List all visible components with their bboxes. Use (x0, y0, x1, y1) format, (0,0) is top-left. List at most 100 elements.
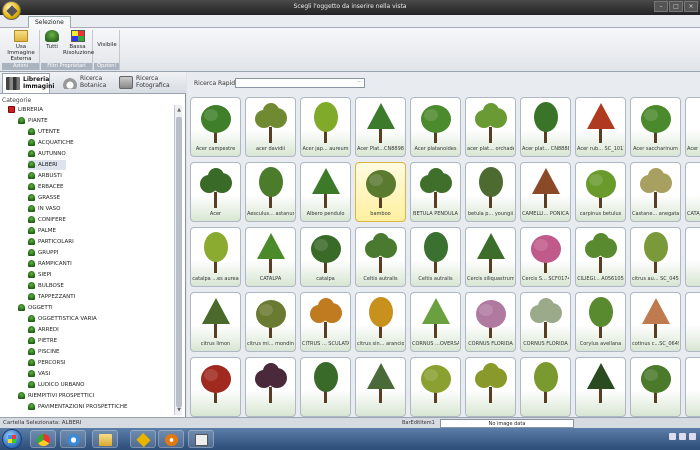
tree-item[interactable]: ALBERI (28, 160, 66, 170)
image-thumbnail[interactable]: Castane... anegata (630, 162, 681, 222)
image-thumbnail[interactable]: Acer jap... aureum (300, 97, 351, 157)
image-thumbnail[interactable]: Corylus avellana (575, 292, 626, 352)
minimize-button[interactable]: – (654, 1, 668, 12)
image-thumbnail[interactable]: Celtis autralis (355, 227, 406, 287)
image-thumbnail[interactable] (630, 357, 681, 417)
quick-search-input[interactable] (235, 78, 365, 88)
image-thumbnail[interactable]: cotinus c...SC_0649 (630, 292, 681, 352)
image-thumbnail[interactable]: acer plat... orchade (465, 97, 516, 157)
tree-item[interactable]: GRASSE (28, 193, 60, 203)
image-thumbnail[interactable]: Cercis S... SCF0174 (520, 227, 571, 287)
scroll-up-arrow[interactable]: ▲ (176, 107, 182, 113)
image-thumbnail[interactable]: catalpa ...es aurea (190, 227, 241, 287)
all-filter-button[interactable]: Tutti (42, 30, 62, 50)
tree-item[interactable]: GRUPPI (28, 248, 58, 258)
use-external-image-button[interactable]: Usa Immagine Esterna (3, 30, 39, 62)
tree-item[interactable]: PAVIMENTAZIONI PROSPETTICHE (28, 402, 127, 412)
image-thumbnail[interactable] (190, 357, 241, 417)
tree-item[interactable]: LUDICO URBANO (28, 380, 84, 390)
tree-item[interactable]: LIBRERIA (8, 105, 43, 115)
image-thumbnail[interactable]: Acer platanoides (410, 97, 461, 157)
image-thumbnail[interactable]: Cercis siliquastrum (465, 227, 516, 287)
scroll-down-arrow[interactable]: ▼ (176, 407, 182, 413)
image-thumbnail[interactable]: Acer campestre (190, 97, 241, 157)
tree-item[interactable]: OGGETTISTICA VARIA (28, 314, 97, 324)
image-thumbnail[interactable]: bamboo (355, 162, 406, 222)
taskbar-window[interactable] (188, 430, 214, 448)
tree-item[interactable]: ARBUSTI (28, 171, 62, 181)
image-thumbnail[interactable]: CORNUS ...OVERSA (410, 292, 461, 352)
image-thumbnail[interactable]: CORNUS FLORIDA (465, 292, 516, 352)
tree-item[interactable]: PIETRE (28, 336, 57, 346)
maximize-button[interactable]: □ (669, 1, 683, 12)
taskbar-ie[interactable] (60, 430, 86, 448)
image-thumbnail[interactable] (685, 227, 700, 287)
tree-item[interactable]: UTENTE (28, 127, 60, 137)
image-thumbnail[interactable] (520, 357, 571, 417)
tree-item[interactable]: PIANTE (18, 116, 48, 126)
image-thumbnail[interactable]: Albero pendulo (300, 162, 351, 222)
tray-icon[interactable] (669, 433, 676, 440)
image-thumbnail[interactable] (575, 357, 626, 417)
tree-item[interactable]: SIEPI (28, 270, 52, 280)
tree-item[interactable]: ERBACEE (28, 182, 64, 192)
tab-libreria-immagini[interactable]: Libreria Immagini (2, 73, 54, 93)
image-thumbnail[interactable]: citrus sin... arancio (355, 292, 406, 352)
tree-item[interactable]: PARTICOLARI (28, 237, 74, 247)
taskbar-media-player[interactable] (158, 430, 184, 448)
tree-item[interactable]: RAMPICANTI (28, 259, 72, 269)
image-thumbnail[interactable]: acer davidii (245, 97, 296, 157)
image-thumbnail[interactable]: citrus limon (190, 292, 241, 352)
image-thumbnail[interactable]: Acer (685, 97, 700, 157)
tab-selezione[interactable]: Selezione (28, 16, 71, 28)
taskbar-app[interactable] (130, 430, 156, 448)
image-thumbnail[interactable] (300, 357, 351, 417)
tray-icon[interactable] (689, 433, 696, 440)
taskbar-chrome[interactable] (30, 430, 56, 448)
tree-item[interactable]: CONIFERE (28, 215, 66, 225)
visible-toggle[interactable]: Visibile (95, 42, 119, 48)
image-thumbnail[interactable]: citrus mi... mondino (245, 292, 296, 352)
tree-item[interactable]: RIEMPITIVI PROSPETTICI (18, 391, 94, 401)
image-thumbnail[interactable]: Acer rub... SC_1017 (575, 97, 626, 157)
tree-scroll-thumb[interactable] (176, 117, 182, 407)
tree-item[interactable]: AUTUNNO (28, 149, 66, 159)
tree-item[interactable]: PALME (28, 226, 56, 236)
image-thumbnail[interactable]: Acer Plat...CN8898 (355, 97, 406, 157)
tree-item[interactable]: BULBOSE (28, 281, 64, 291)
image-thumbnail[interactable]: CORNUS FLORIDA (520, 292, 571, 352)
image-thumbnail[interactable]: Acer (190, 162, 241, 222)
taskbar-explorer[interactable] (92, 430, 118, 448)
tree-item[interactable]: IN VASO (28, 204, 60, 214)
tree-item[interactable]: ARREDI (28, 325, 59, 335)
image-thumbnail[interactable]: CITRUS ... SCULATA (300, 292, 351, 352)
image-thumbnail[interactable]: Celtis autralis (410, 227, 461, 287)
image-thumbnail[interactable]: CILIEGI... A056105 (575, 227, 626, 287)
image-thumbnail[interactable]: Acer saccharinum (630, 97, 681, 157)
image-thumbnail[interactable]: CATALPA (245, 227, 296, 287)
tree-item[interactable]: PISCINE (28, 347, 59, 357)
tree-item[interactable]: PERCORSI (28, 358, 65, 368)
image-thumbnail[interactable] (685, 292, 700, 352)
image-thumbnail[interactable]: catalpa (300, 227, 351, 287)
app-menu-button[interactable] (2, 1, 21, 20)
tree-item[interactable]: TAPPEZZANTI (28, 292, 75, 302)
search-options-button[interactable]: ··· (355, 79, 364, 87)
tab-ricerca-fotografica[interactable]: Ricerca Fotografica (116, 73, 182, 93)
low-resolution-button[interactable]: Bassa Risoluzione (63, 30, 94, 56)
image-thumbnail[interactable] (465, 357, 516, 417)
tab-ricerca-botanica[interactable]: Ricerca Botanica (60, 73, 116, 93)
image-thumbnail[interactable] (685, 357, 700, 417)
tree-item[interactable]: VASI (28, 369, 50, 379)
image-thumbnail[interactable]: betula p... youngii (465, 162, 516, 222)
tree-scrollbar[interactable]: ▲ ▼ (174, 105, 182, 415)
image-thumbnail[interactable]: carpinus betulus (575, 162, 626, 222)
image-thumbnail[interactable] (245, 357, 296, 417)
tray-icon[interactable] (679, 433, 686, 440)
tree-item[interactable]: ACQUATICHE (28, 138, 74, 148)
close-button[interactable]: × (684, 1, 698, 12)
image-thumbnail[interactable] (355, 357, 406, 417)
image-thumbnail[interactable]: citrus au... SC_0457 (630, 227, 681, 287)
image-thumbnail[interactable] (410, 357, 461, 417)
start-button[interactable] (2, 429, 22, 449)
